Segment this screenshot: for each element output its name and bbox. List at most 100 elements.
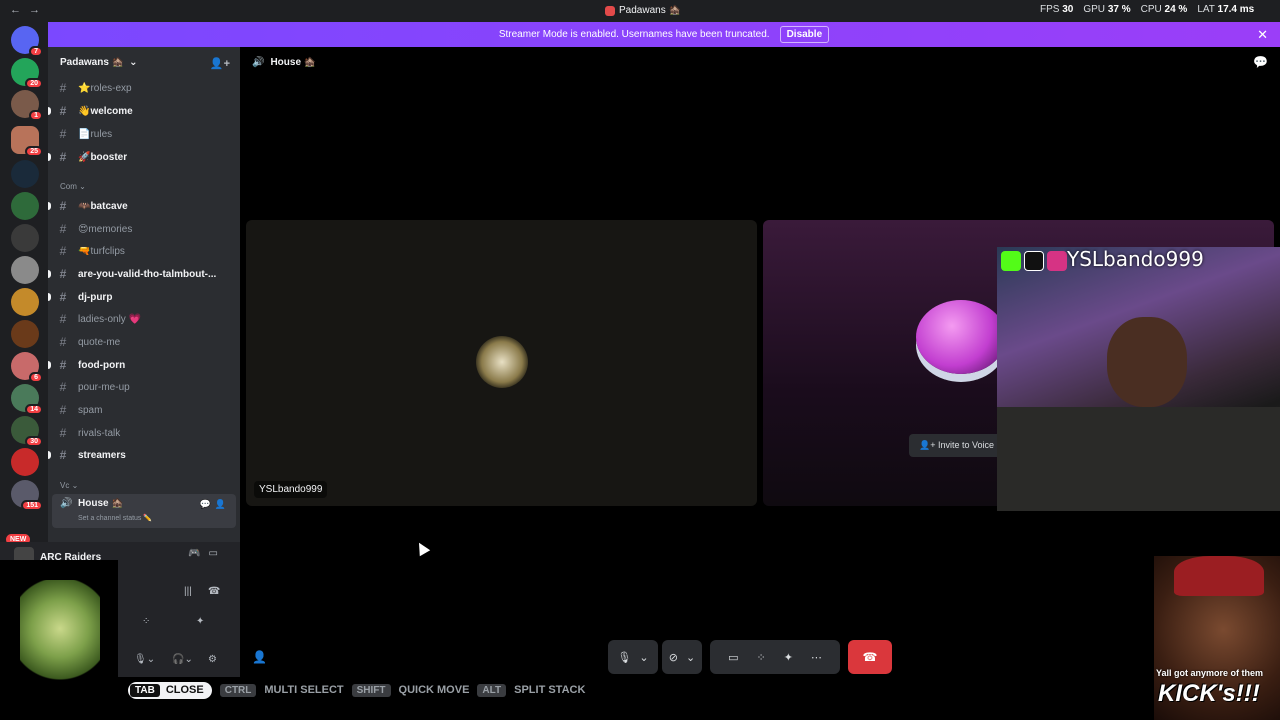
channel-item[interactable]: # rivals-talk	[48, 423, 240, 443]
activity-icons[interactable]: 🎮▭	[188, 548, 226, 559]
channel-item[interactable]: # streamers	[48, 445, 240, 465]
mic-icon: 🎙	[617, 651, 632, 664]
performance-overlay: FPS 30 GPU 37 % CPU 24 % LAT 17.4 ms	[1040, 4, 1254, 15]
call-controls: 🎙 ⌄ ⊘ ⌄ ▭ ⁘ ✦ ⋯ ☎	[608, 640, 892, 674]
alt-key: ALT	[477, 683, 507, 697]
server-icon[interactable]: 1	[11, 90, 43, 121]
mic-button[interactable]: 🎙 ⌄	[608, 640, 658, 674]
hash-icon: #	[59, 81, 67, 95]
channel-item[interactable]: # are-you-valid-tho-talmbout-...	[48, 264, 240, 284]
mouse-cursor	[413, 539, 431, 557]
chat-icon[interactable]: 💬	[1253, 55, 1268, 69]
channel-item[interactable]: # 👋welcome	[48, 101, 240, 121]
server-icon[interactable]	[11, 288, 39, 316]
activities-icon[interactable]: ⁘	[142, 616, 150, 627]
streamer-handle: YSLbando999	[1067, 247, 1204, 271]
activities-icon[interactable]: ⁘	[756, 651, 765, 664]
title-bar: ←→ Padawans 🏚️ FPS 30 GPU 37 % CPU 24 % …	[0, 0, 1280, 22]
hash-icon: #	[59, 199, 67, 213]
home-icon[interactable]: 7	[11, 26, 43, 57]
add-user-icon[interactable]: 👤+	[210, 57, 230, 70]
hash-icon: #	[59, 358, 67, 372]
channel-status[interactable]: Set a channel status ✏️	[78, 514, 152, 522]
category-com[interactable]: Com ⌄	[60, 182, 86, 191]
server-icon[interactable]	[11, 320, 39, 348]
social-icons	[1001, 251, 1067, 271]
server-icon[interactable]	[11, 256, 39, 284]
server-icon[interactable]	[11, 160, 39, 188]
camera-off-icon: ⊘	[668, 651, 678, 664]
server-icon[interactable]: 151	[11, 480, 43, 511]
voice-title: House 🏚️	[270, 56, 317, 68]
channel-item[interactable]: # 🚀booster	[48, 147, 240, 167]
participant-tile[interactable]: YSLbando999	[246, 220, 757, 506]
voice-channel-name: House 🏚️	[78, 498, 124, 509]
tab-close-hint[interactable]: TAB CLOSE	[128, 681, 212, 699]
hash-icon: #	[59, 104, 67, 118]
channel-item[interactable]: # dj-purp	[48, 287, 240, 307]
channel-item[interactable]: # 😍memories	[48, 219, 240, 239]
server-icon[interactable]: 6	[11, 352, 43, 383]
server-icon[interactable]	[11, 192, 39, 220]
channel-item[interactable]: # pour-me-up	[48, 377, 240, 397]
channel-item[interactable]: # 🔫turfclips	[48, 241, 240, 261]
waveform-icon[interactable]: |||	[184, 586, 192, 597]
mic-icon[interactable]: 🎙⌄	[134, 654, 155, 665]
channel-item[interactable]: # 📄rules	[48, 124, 240, 144]
kick-icon	[1001, 251, 1021, 271]
server-icon[interactable]: 30	[11, 416, 43, 447]
chat-icon[interactable]: 💬👤	[200, 499, 230, 510]
streamer-mode-banner: Streamer Mode is enabled. Usernames have…	[48, 22, 1280, 47]
instagram-icon	[1047, 251, 1067, 271]
headphones-icon[interactable]: 🎧⌄	[172, 654, 193, 665]
server-icon[interactable]: 25	[11, 126, 43, 157]
server-list: 7 20 1 25 6 14 30 151 NEW	[0, 22, 48, 545]
server-header[interactable]: Padawans 🏚️ ⌄ 👤+	[48, 47, 240, 77]
disable-button[interactable]: Disable	[779, 26, 830, 43]
quick-move-label: QUICK MOVE	[398, 684, 470, 696]
voice-channel-house[interactable]: 🔊 House 🏚️ Set a channel status ✏️ 💬👤	[52, 494, 236, 528]
server-name: Padawans 🏚️	[60, 56, 125, 68]
hash-icon: #	[59, 127, 67, 141]
house-logo	[20, 580, 100, 688]
channel-sidebar: Padawans 🏚️ ⌄ 👤+ # ⭐roles-exp # 👋welcome #…	[48, 47, 240, 542]
channel-item[interactable]: # food-porn	[48, 355, 240, 375]
screen-share-icon[interactable]: ▭	[728, 651, 738, 664]
server-icon[interactable]	[11, 448, 39, 476]
hash-icon: #	[59, 244, 67, 258]
hash-icon: #	[59, 267, 67, 281]
camera-button[interactable]: ⊘ ⌄	[662, 640, 702, 674]
avatar	[476, 336, 528, 388]
channel-item[interactable]: # spam	[48, 400, 240, 420]
channel-item[interactable]: # ladies-only 💗	[48, 309, 240, 329]
server-icon[interactable]: 14	[11, 384, 43, 415]
lat-stat: LAT 17.4 ms	[1197, 4, 1255, 15]
more-icon[interactable]: ⋯	[811, 651, 822, 664]
channel-item[interactable]: # ⭐roles-exp	[48, 78, 240, 98]
category-vc[interactable]: Vc ⌄	[60, 481, 78, 490]
soundboard-icon[interactable]: ✦	[196, 616, 204, 627]
soundboard-icon[interactable]: ✦	[784, 651, 793, 664]
server-icon[interactable]: 20	[11, 58, 43, 89]
hash-icon: #	[59, 335, 67, 349]
ctrl-key: CTRL	[219, 683, 257, 697]
gear-icon[interactable]: ⚙	[208, 654, 217, 665]
webcam-overlay: YSLbando999	[997, 247, 1280, 511]
speaker-icon: 🔊	[252, 56, 265, 68]
add-person-icon[interactable]: 👤	[252, 650, 267, 664]
channel-item[interactable]: # 🦇batcave	[48, 196, 240, 216]
gpu-stat: GPU 37 %	[1083, 4, 1131, 15]
hang-up-button[interactable]: ☎	[848, 640, 892, 674]
hash-icon: #	[59, 290, 67, 304]
cpu-stat: CPU 24 %	[1140, 4, 1188, 15]
keyboard-view	[997, 407, 1280, 511]
nav-arrows[interactable]: ←→	[10, 4, 48, 16]
chevron-down-icon: ⌄	[686, 651, 696, 664]
disconnect-icon[interactable]: ☎	[208, 586, 220, 597]
invite-to-voice-button[interactable]: 👤+ Invite to Voice	[909, 434, 1005, 457]
channel-item[interactable]: # quote-me	[48, 332, 240, 352]
server-icon[interactable]	[11, 224, 39, 252]
hash-icon: #	[59, 380, 67, 394]
close-icon[interactable]: ✕	[1257, 27, 1268, 43]
speaker-icon: 🔊	[60, 498, 73, 509]
